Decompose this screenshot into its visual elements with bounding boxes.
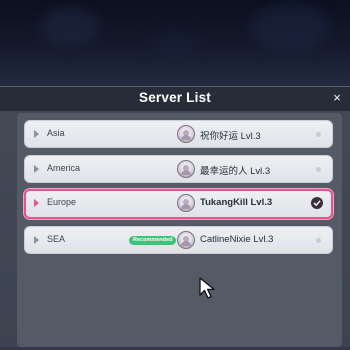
dialog-header: Server List × — [0, 87, 350, 111]
dialog-title: Server List — [139, 90, 211, 105]
server-list-dialog: Server List × Asia 祝你好运 Lvl.3 America 最幸… — [0, 86, 350, 347]
player-name-level: 最幸运的人 Lvl.3 — [200, 166, 271, 177]
server-list: Asia 祝你好运 Lvl.3 America 最幸运的人 Lvl.3 Euro… — [17, 113, 342, 347]
player-avatar — [177, 194, 195, 212]
mouse-cursor-icon — [199, 277, 215, 299]
player-avatar — [177, 231, 195, 249]
player-name-level: TukangKill Lvl.3 — [200, 197, 273, 208]
player-name-level: 祝你好运 Lvl.3 — [200, 131, 261, 142]
expand-arrow-icon — [34, 199, 39, 207]
server-region: SEA — [47, 234, 66, 244]
server-row-europe[interactable]: Europe TukangKill Lvl.3 — [24, 189, 333, 219]
server-row-sea[interactable]: SEA Recommended CatlineNixie Lvl.3 — [24, 226, 333, 254]
player-avatar — [177, 160, 195, 178]
unselected-indicator — [316, 238, 321, 243]
background-blur — [150, 30, 200, 60]
recommended-badge: Recommended — [129, 236, 177, 245]
server-row-america[interactable]: America 最幸运的人 Lvl.3 — [24, 155, 333, 183]
check-icon — [311, 197, 323, 209]
player-name-level: CatlineNixie Lvl.3 — [200, 234, 274, 245]
server-row-asia[interactable]: Asia 祝你好运 Lvl.3 — [24, 120, 333, 148]
unselected-indicator — [316, 132, 321, 137]
background-blur — [40, 6, 100, 46]
server-region: Asia — [47, 128, 65, 138]
unselected-indicator — [316, 167, 321, 172]
expand-arrow-icon — [34, 130, 39, 138]
server-region: America — [47, 163, 81, 173]
background-blur — [250, 2, 330, 52]
expand-arrow-icon — [34, 165, 39, 173]
close-icon[interactable]: × — [330, 91, 344, 105]
server-region: Europe — [47, 197, 77, 207]
player-avatar — [177, 125, 195, 143]
expand-arrow-icon — [34, 236, 39, 244]
